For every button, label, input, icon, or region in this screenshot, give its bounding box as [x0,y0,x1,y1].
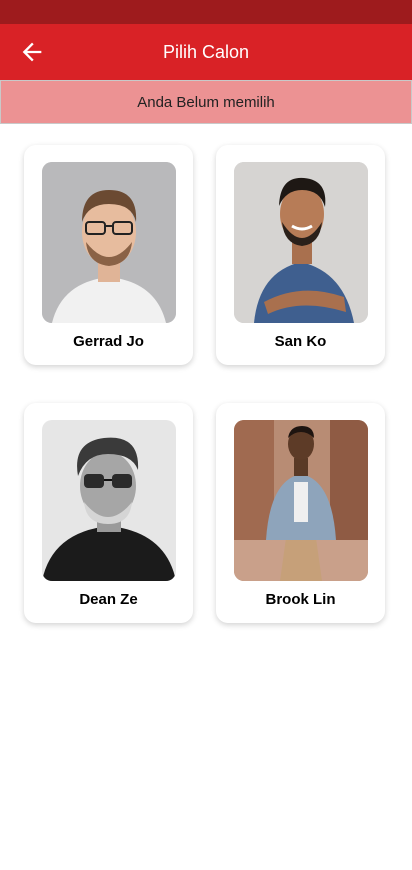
candidate-card-2[interactable]: San Ko [216,145,385,365]
candidate-name: Brook Lin [265,591,336,608]
candidate-card-3[interactable]: Dean Ze [24,403,193,623]
candidate-photo [42,420,176,581]
candidate-card-1[interactable]: Gerrad Jo [24,145,193,365]
status-bar [0,0,412,24]
candidate-name: Gerrad Jo [73,333,144,350]
candidate-photo [234,162,368,323]
vote-status-banner: Anda Belum memilih [0,80,412,124]
app-bar: Pilih Calon [0,24,412,80]
candidate-photo [234,420,368,581]
candidate-name: Dean Ze [79,591,138,608]
page-title: Pilih Calon [162,41,250,62]
candidate-photo [42,162,176,323]
candidate-card-4[interactable]: Brook Lin [216,403,385,623]
arrow-left-icon [22,42,42,62]
back-button[interactable] [8,28,56,76]
candidate-name: San Ko [274,333,327,350]
